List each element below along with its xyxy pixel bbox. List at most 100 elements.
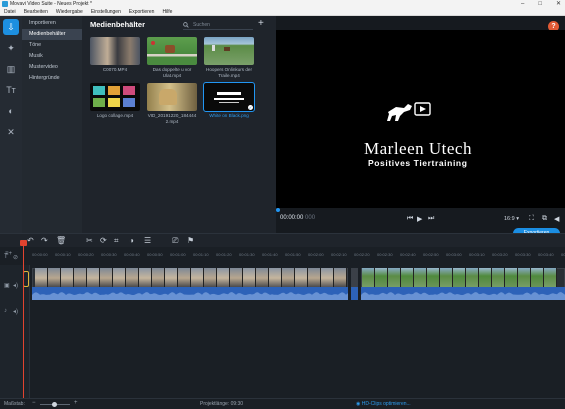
ruler-tick-label: 00:02:30	[377, 252, 393, 257]
minimize-button[interactable]: –	[521, 0, 524, 8]
fullscreen-icon[interactable]: ⛶	[529, 215, 534, 223]
category-musik[interactable]: Musik	[22, 51, 82, 62]
rotate-icon[interactable]: ⟳	[100, 236, 107, 245]
thumbnail	[147, 37, 197, 65]
film-frame	[321, 268, 334, 288]
media-item[interactable]: C0070.MP4	[90, 37, 140, 73]
prev-frame-icon[interactable]: ⏮	[407, 215, 413, 223]
transitions-icon[interactable]: ▥	[3, 61, 19, 77]
menu-bearbeiten[interactable]: Bearbeiten	[24, 9, 48, 15]
category-importieren[interactable]: Importieren	[22, 18, 82, 29]
play-icon[interactable]: ▶	[417, 215, 422, 223]
zoom-slider-handle[interactable]	[52, 402, 57, 407]
film-frame	[375, 268, 388, 288]
app-window: Movavi Video Suite - Neues Projekt * – □…	[0, 0, 565, 409]
effects-icon[interactable]: ✦	[3, 40, 19, 56]
film-frame	[178, 268, 191, 288]
clip-filmstrip	[35, 268, 347, 288]
media-item-label: Logo collage.mp4	[96, 113, 134, 118]
film-frame	[152, 268, 165, 288]
film-frame	[61, 268, 74, 288]
link-icon[interactable]: ⊘	[13, 254, 18, 261]
titles-icon[interactable]: Tт	[3, 82, 19, 98]
color-icon[interactable]: ◑	[129, 236, 134, 245]
media-item[interactable]: Logo collage.mp4	[90, 83, 140, 119]
mute-icon[interactable]: ◂)	[13, 282, 18, 289]
media-item-label: Hoopers Onlinkurs der Traile.mp4	[206, 67, 252, 78]
close-button[interactable]: ✕	[556, 0, 561, 8]
add-media-button[interactable]: +	[258, 18, 264, 29]
media-item-label: C0070.MP4	[102, 67, 128, 72]
film-frame	[401, 268, 414, 288]
status-bar: Maßstab: − + Projektlänge: 09:30 ◉ HD-Cl…	[0, 398, 565, 409]
delete-icon[interactable]: 🗑	[56, 236, 66, 245]
volume-track-icon[interactable]: ◂)	[13, 308, 18, 315]
menu-einstellungen[interactable]: Einstellungen	[91, 9, 121, 15]
music-track-icon: ♪	[4, 308, 7, 314]
zoom-out-icon[interactable]: −	[32, 400, 36, 406]
audio-waveform[interactable]	[351, 287, 358, 300]
film-frame	[282, 268, 295, 288]
thumbnail	[147, 83, 197, 111]
ruler-tick-label: 00:02:50	[423, 252, 439, 257]
cut-icon[interactable]: ✂	[86, 236, 93, 245]
audio-waveform[interactable]	[32, 287, 348, 300]
media-item[interactable]: Hoopers Onlinkurs der Traile.mp4	[204, 37, 254, 78]
tools-icon[interactable]: ✕	[3, 124, 19, 140]
thumbnail	[90, 37, 140, 65]
audio-waveform[interactable]	[361, 287, 565, 300]
redo-icon[interactable]: ↷	[41, 236, 48, 245]
playhead[interactable]	[23, 241, 24, 399]
volume-icon[interactable]: ◀	[554, 215, 559, 223]
thumbnail: ✓	[203, 82, 255, 112]
timeline-ruler[interactable]: ≡+ 00:00:00 00:00:10 00:00:20 00:00:30 00:00…	[0, 247, 565, 265]
search-field[interactable]: Suchen	[183, 20, 253, 30]
category-hintergruende[interactable]: Hintergründe	[22, 73, 82, 84]
next-frame-icon[interactable]: ⏭	[428, 215, 434, 223]
category-mustervideo[interactable]: Mustervideo	[22, 62, 82, 73]
thumbnail	[90, 83, 140, 111]
media-item-label: Das doppelte u vor Ulat.mp4	[152, 67, 192, 78]
menu-hilfe[interactable]: Hilfe	[162, 9, 172, 15]
text-track-icon: T	[4, 254, 8, 260]
ruler-tick-label: 00:00:30	[101, 252, 117, 257]
menu-exportieren[interactable]: Exportieren	[129, 9, 155, 15]
ruler-tick-label: 00:03:50	[561, 252, 565, 257]
clip-properties-icon[interactable]: ☰	[144, 236, 151, 245]
menu-datei[interactable]: Datei	[4, 9, 16, 15]
category-medienbehaelter[interactable]: Medienbehälter	[22, 29, 82, 40]
ruler-tick-label: 00:03:10	[469, 252, 485, 257]
film-frame	[48, 268, 61, 288]
preview-scrubber[interactable]	[276, 208, 565, 212]
preview-subtitle: Positives Tiertraining	[368, 158, 468, 168]
ruler-tick-label: 00:03:20	[492, 252, 508, 257]
category-toene[interactable]: Töne	[22, 40, 82, 51]
video-clip[interactable]	[351, 268, 358, 288]
import-icon[interactable]: ⇩	[3, 19, 19, 35]
media-item[interactable]: Das doppelte u vor Ulat.mp4	[147, 37, 197, 78]
crop-icon[interactable]: ⌗	[114, 236, 119, 246]
detach-preview-icon[interactable]: ⧉	[542, 215, 547, 223]
film-frame	[518, 268, 531, 288]
film-frame	[544, 268, 557, 288]
film-frame	[126, 268, 139, 288]
media-item[interactable]: VID_20191220_184444 2.mp4	[147, 83, 197, 124]
project-length: Projektlänge: 09:30	[200, 401, 244, 407]
maximize-button[interactable]: □	[538, 0, 542, 8]
clip-filmstrip	[362, 268, 557, 288]
filters-icon[interactable]: ◐	[3, 103, 19, 119]
preview-title: Marleen Utech	[364, 139, 472, 158]
media-item-selected[interactable]: ✓ White on Black.png	[203, 82, 255, 119]
scale-label: Maßstab:	[4, 401, 25, 407]
marker-icon[interactable]: ⚑	[187, 236, 194, 245]
undo-icon[interactable]: ↶	[27, 236, 34, 245]
aspect-ratio-select[interactable]: 16:9 ▾	[504, 216, 519, 222]
waveform	[361, 292, 565, 300]
film-frame	[414, 268, 427, 288]
optimize-hd-link[interactable]: ◉ HD-Clips optimieren...	[356, 401, 411, 407]
record-icon[interactable]: ⎚	[172, 236, 178, 246]
menu-wiedergabe[interactable]: Wiedergabe	[56, 9, 83, 15]
scrubber-handle[interactable]	[276, 208, 280, 212]
title-bar: Movavi Video Suite - Neues Projekt * – □…	[0, 0, 565, 8]
zoom-in-icon[interactable]: +	[74, 400, 78, 406]
